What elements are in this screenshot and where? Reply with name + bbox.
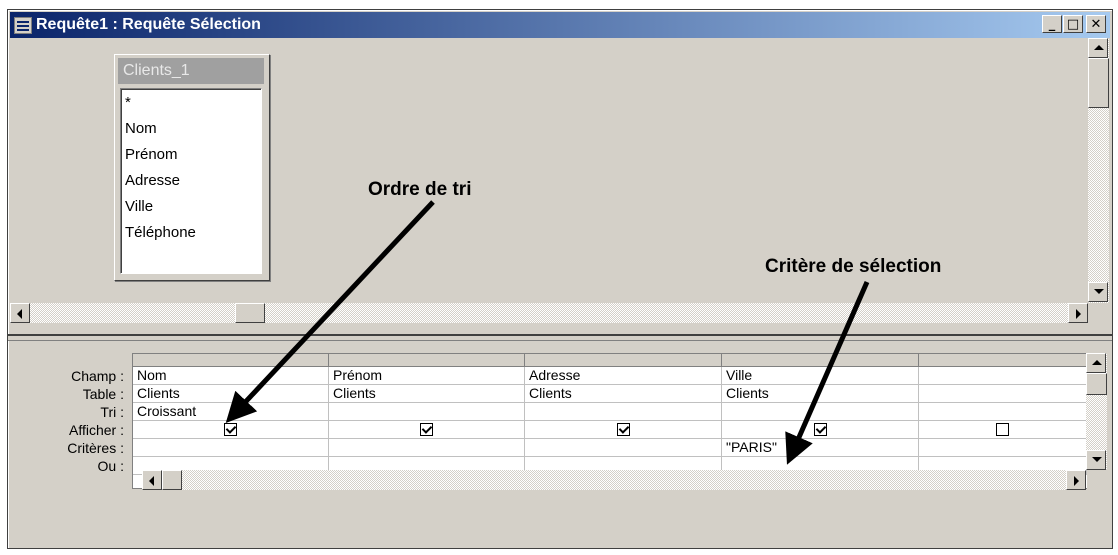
arrow-to-sort-cell bbox=[225, 200, 435, 423]
annotation-arrows bbox=[225, 200, 870, 465]
arrow-to-criteria-cell bbox=[785, 280, 870, 465]
